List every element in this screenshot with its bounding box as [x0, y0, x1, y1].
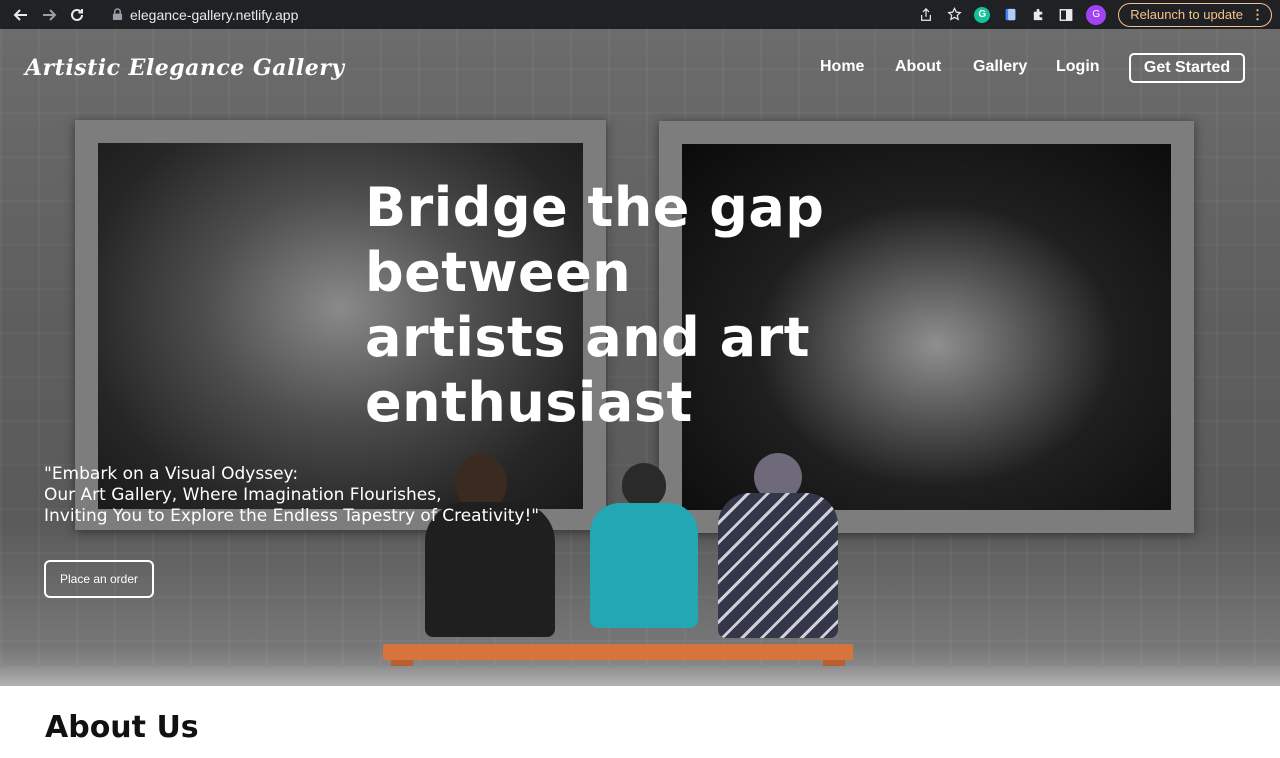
tagline-line-2: Our Art Gallery, Where Imagination Flour…: [44, 485, 442, 505]
browser-toolbar: elegance-gallery.netlify.app G G Relaunc…: [0, 0, 1280, 29]
document-extension-icon[interactable]: [1002, 7, 1018, 23]
puzzle-extensions-icon[interactable]: [1030, 7, 1046, 23]
nav-about[interactable]: About: [895, 58, 941, 76]
hero-section: Artistic Elegance Gallery Home About Gal…: [0, 29, 1280, 686]
forward-button[interactable]: [38, 4, 60, 26]
hero-headline: Bridge the gap between artists and art e…: [365, 176, 825, 434]
reload-icon: [71, 8, 83, 21]
address-bar[interactable]: elegance-gallery.netlify.app: [130, 7, 298, 23]
profile-avatar[interactable]: G: [1086, 4, 1107, 25]
main-nav: Home About Gallery Login: [0, 56, 1280, 86]
reload-button[interactable]: [66, 4, 88, 26]
tagline-line-3: Inviting You to Explore the Endless Tape…: [44, 506, 540, 526]
tagline-line-1: "Embark on a Visual Odyssey:: [44, 464, 299, 484]
back-button[interactable]: [10, 4, 32, 26]
place-order-button[interactable]: Place an order: [44, 560, 154, 598]
nav-gallery[interactable]: Gallery: [973, 58, 1027, 76]
relaunch-button[interactable]: Relaunch to update ⋮: [1118, 2, 1272, 27]
side-panel-icon[interactable]: [1058, 7, 1074, 23]
hero-tagline: "Embark on a Visual Odyssey: Our Art Gal…: [44, 464, 604, 527]
about-section-title: About Us: [45, 710, 199, 745]
relaunch-label: Relaunch to update: [1130, 7, 1243, 22]
gallery-floor: [0, 666, 1280, 686]
get-started-button[interactable]: Get Started: [1129, 53, 1245, 83]
nav-login[interactable]: Login: [1056, 58, 1100, 76]
kebab-menu-icon: ⋮: [1251, 6, 1264, 22]
arrow-right-icon: [43, 8, 57, 21]
nav-home[interactable]: Home: [820, 58, 864, 76]
bookmark-star-icon[interactable]: [946, 7, 962, 23]
share-icon[interactable]: [918, 7, 934, 23]
lock-icon[interactable]: [110, 8, 124, 22]
arrow-left-icon: [13, 8, 27, 21]
grammarly-extension-icon[interactable]: G: [974, 6, 991, 23]
